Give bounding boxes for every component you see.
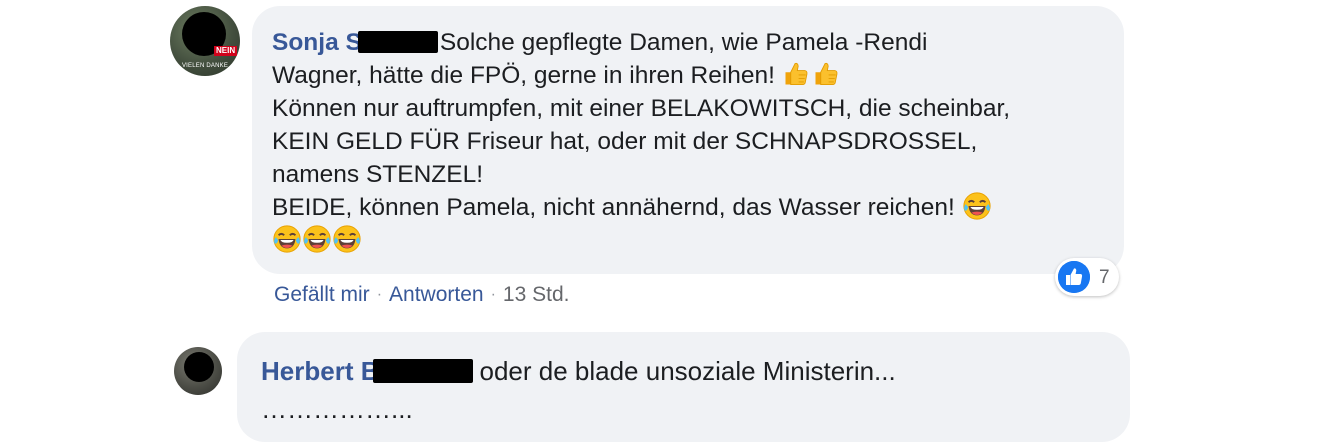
comment-author[interactable]: Herbert B [261,356,379,386]
reaction-count: 7 [1099,267,1110,288]
comment-bubble: Herbert B oder de blade unsoziale Ministe… [237,332,1130,442]
name-redaction [357,30,438,53]
avatar-herbert[interactable] [174,347,222,395]
comment-line-6: BEIDE, können Pamela, nicht annähernd, d… [272,191,1010,224]
thumbs-up-icon [812,60,840,88]
laughing-tears-icon [272,224,302,254]
comment-body: Sonja S Solche gepflegte Damen, wie Pamel… [272,26,1010,257]
comment-line-3: Können nur auftrumpfen, mit einer BELAKO… [272,95,1011,122]
comment-text-line: BEIDE, können Pamela, nicht annähernd, d… [272,194,955,221]
comment-text-line: Solche gepflegte Damen, wie Pamela -Rend… [439,29,928,56]
like-link[interactable]: Gefällt mir [274,283,370,306]
comment-bubble: Sonja S Solche gepflegte Damen, wie Pamel… [252,6,1124,274]
comment-line-7 [272,224,1010,257]
avatar-caption: VIELEN DANKE [181,63,229,69]
reply-link[interactable]: Antworten [389,283,484,306]
avatar-redaction [184,352,214,382]
separator: · [376,286,383,303]
reactions-summary[interactable]: 7 [1055,258,1119,296]
name-redaction [373,359,474,384]
separator: · [490,286,496,303]
comment-line-2: Wagner, hätte die FPÖ, gerne in ihren Re… [272,59,1010,92]
comment-line-4: KEIN GELD FÜR Friseur hat, oder mit der … [272,128,978,155]
avatar-sonja[interactable]: NEIN VIELEN DANKE [170,6,240,76]
comment-body: Herbert B oder de blade unsoziale Ministe… [261,352,896,428]
comment-actions: Gefällt mir · Antworten · 13 Std. [274,283,569,307]
comment-line-1: Sonja S Solche gepflegte Damen, wie Pamel… [272,26,1010,59]
comment-text-line: Wagner, hätte die FPÖ, gerne in ihren Re… [272,62,775,89]
avatar-badge: NEIN [214,46,238,56]
comment-timestamp[interactable]: 13 Std. [503,283,570,306]
laughing-tears-icon [332,224,362,254]
comment-author[interactable]: Sonja S [272,29,362,56]
comment-text-line: oder de blade unsoziale Ministerin... [479,356,896,386]
comment-line-5: namens STENZEL! [272,161,484,188]
laughing-tears-icon [302,224,332,254]
like-icon [1058,261,1090,293]
laughing-tears-icon [962,191,992,221]
comment-line-2: ……………... [261,394,413,424]
thumbs-up-icon [782,60,810,88]
comment-line-1: Herbert B oder de blade unsoziale Ministe… [261,352,896,390]
